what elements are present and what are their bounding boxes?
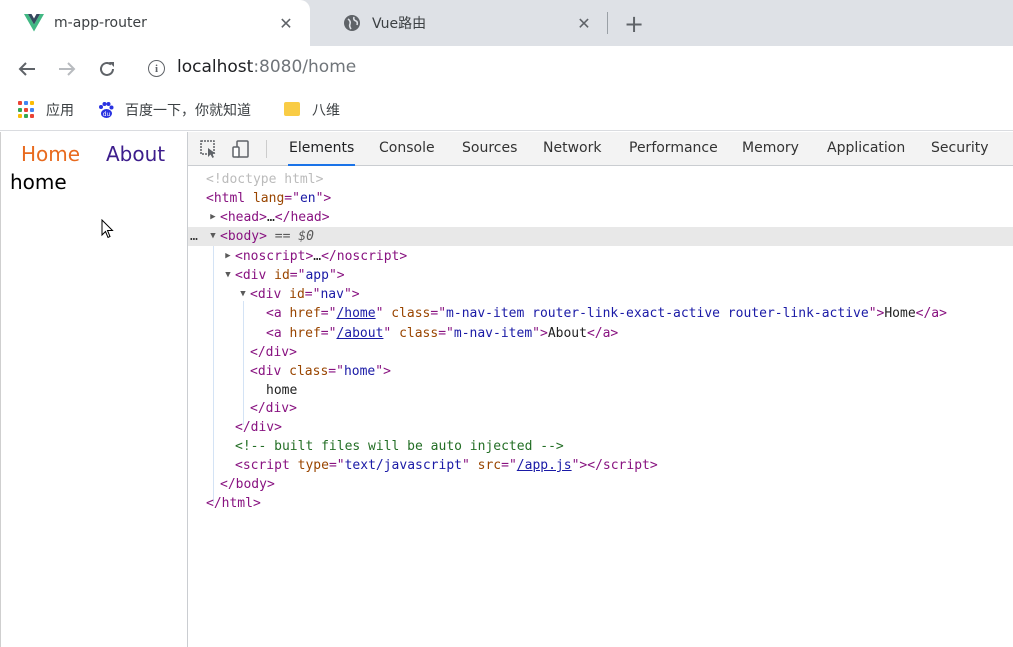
dom-tree[interactable]: <!doctype html> <html lang="en"> ▶ <head>…: [188, 168, 1013, 647]
tab-application[interactable]: Application: [826, 132, 906, 166]
bookmark-label: 百度一下，你就知道: [125, 103, 251, 119]
dom-node-html[interactable]: <html lang="en">: [188, 189, 1013, 208]
dom-node-a-home[interactable]: <a href="/home" class="m-nav-item router…: [188, 304, 1013, 323]
bookmark-label: 应用: [46, 103, 74, 119]
dom-node-noscript[interactable]: ▶ <noscript>…</noscript>: [188, 247, 1013, 266]
inspect-element-icon[interactable]: [199, 139, 219, 159]
tab-memory[interactable]: Memory: [741, 132, 800, 166]
devtools-tabbar: Elements Console Sources Network Perform…: [188, 132, 1013, 166]
node-text: Home: [884, 306, 916, 321]
bookmark-baidu[interactable]: du 百度一下，你就知道: [97, 99, 251, 121]
tab-title: Vue路由: [372, 16, 427, 32]
dom-node-nav-close[interactable]: </div>: [188, 343, 1013, 362]
baidu-paw-icon: du: [97, 101, 115, 119]
site-info-icon[interactable]: i: [148, 60, 165, 77]
tab-m-app-router[interactable]: m-app-router ✕: [0, 0, 310, 46]
collapse-triangle-icon[interactable]: ▼: [208, 227, 218, 246]
home-view-text: home: [10, 170, 67, 194]
tab-elements[interactable]: Elements: [288, 132, 356, 166]
bookmarks-bar: 应用 du 百度一下，你就知道 八维: [0, 91, 1013, 131]
dom-node-a-about[interactable]: <a href="/about" class="m-nav-item">Abou…: [188, 324, 1013, 343]
script-src-link[interactable]: /app.js: [517, 458, 572, 473]
devtools-panel: Elements Console Sources Network Perform…: [187, 132, 1013, 647]
tab-strip: m-app-router ✕ Vue路由 ✕ +: [0, 0, 1013, 46]
page-viewport: Home About home: [0, 132, 187, 647]
expand-triangle-icon[interactable]: ▶: [208, 208, 218, 227]
nav-link-about[interactable]: About: [106, 142, 165, 166]
nav-link-home[interactable]: Home: [21, 142, 80, 166]
class-value: m-nav-item router-link-exact-active rout…: [446, 306, 869, 321]
dom-node-nav[interactable]: ▼ <div id="nav">: [188, 285, 1013, 304]
tab-security[interactable]: Security: [930, 132, 990, 166]
device-toolbar-icon[interactable]: [231, 139, 251, 159]
collapse-triangle-icon[interactable]: ▼: [223, 266, 233, 285]
close-tab-icon[interactable]: ✕: [274, 11, 298, 35]
dom-node-body[interactable]: … ▼ <body> == $0: [188, 227, 1013, 246]
href-about-link[interactable]: /about: [336, 326, 383, 341]
reload-icon[interactable]: [92, 54, 122, 84]
back-icon[interactable]: [12, 54, 42, 84]
app-nav: Home About: [1, 142, 188, 168]
apps-grid-icon: [18, 101, 36, 119]
class-value: m-nav-item: [453, 326, 533, 341]
expand-triangle-icon[interactable]: ▶: [223, 247, 233, 266]
tab-network[interactable]: Network: [542, 132, 602, 166]
dom-node-html-close[interactable]: </html>: [188, 494, 1013, 513]
selected-marker: == $0: [274, 229, 314, 244]
browser-toolbar: i localhost:8080/home: [0, 46, 1013, 91]
svg-text:du: du: [103, 111, 111, 118]
vue-logo-icon: [22, 11, 46, 35]
bookmark-label: 八维: [312, 103, 340, 119]
tab-separator: [607, 12, 608, 34]
tab-performance[interactable]: Performance: [628, 132, 719, 166]
url-host: localhost: [177, 57, 254, 77]
dom-node-comment[interactable]: <!-- built files will be auto injected -…: [188, 437, 1013, 456]
doctype-text: <!doctype html>: [206, 172, 324, 187]
collapse-triangle-icon[interactable]: ▼: [238, 285, 248, 304]
script-type-value: text/javascript: [344, 458, 462, 473]
comment-text: <!-- built files will be auto injected -…: [235, 439, 564, 454]
url-rest: :8080/home: [253, 57, 357, 77]
tab-title: m-app-router: [54, 15, 147, 31]
node-text: home: [266, 383, 298, 398]
html-lang-value: en: [299, 191, 316, 206]
forward-icon[interactable]: [52, 54, 82, 84]
app-id-value: app: [305, 268, 329, 283]
more-options-icon[interactable]: …: [190, 227, 198, 246]
node-text: About: [547, 326, 587, 341]
dom-node-home-text[interactable]: home: [188, 381, 1013, 400]
dom-node-doctype[interactable]: <!doctype html>: [188, 170, 1013, 189]
dom-node-body-close[interactable]: </body>: [188, 475, 1013, 494]
folder-icon: [284, 101, 302, 119]
dom-node-script[interactable]: <script type="text/javascript" src="/app…: [188, 456, 1013, 475]
bookmark-apps[interactable]: 应用: [18, 99, 74, 121]
bookmark-bawei[interactable]: 八维: [284, 99, 340, 121]
globe-icon: [340, 11, 364, 35]
dom-node-app-close[interactable]: </div>: [188, 418, 1013, 437]
tab-vue-routing[interactable]: Vue路由 ✕: [318, 0, 608, 46]
tab-console[interactable]: Console: [378, 132, 436, 166]
mouse-cursor-icon: [101, 219, 114, 239]
dom-node-home-close[interactable]: </div>: [188, 399, 1013, 418]
dom-node-head[interactable]: ▶ <head>…</head>: [188, 208, 1013, 227]
href-home-link[interactable]: /home: [336, 306, 375, 321]
tab-sources[interactable]: Sources: [461, 132, 518, 166]
new-tab-button[interactable]: +: [620, 10, 648, 38]
class-value: home: [343, 364, 376, 379]
address-bar[interactable]: localhost:8080/home: [177, 57, 356, 77]
dom-node-home-div[interactable]: <div class="home">: [188, 362, 1013, 381]
toolbar-divider: [266, 140, 267, 158]
nav-id-value: nav: [320, 287, 344, 302]
dom-node-app[interactable]: ▼ <div id="app">: [188, 266, 1013, 285]
close-tab-icon[interactable]: ✕: [572, 11, 596, 35]
